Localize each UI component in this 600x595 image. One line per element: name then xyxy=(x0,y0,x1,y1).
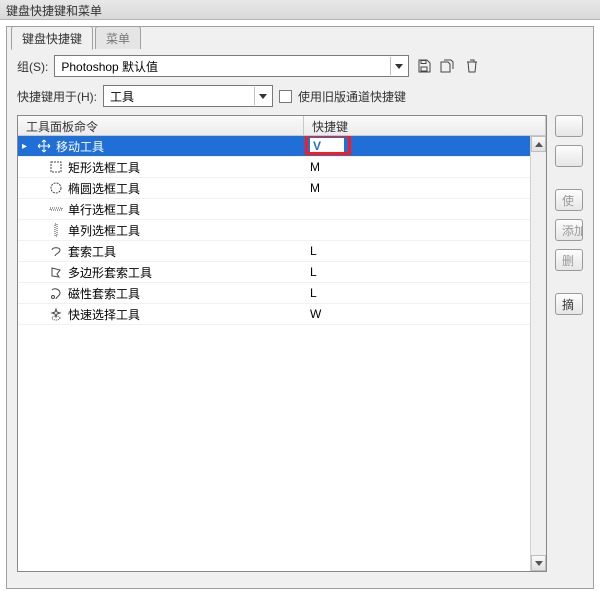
shortcuts-for-toolbar: 快捷键用于(H): 工具 使用旧版通道快捷键 xyxy=(7,85,593,115)
command-cell: 矩形选框工具 xyxy=(18,159,304,176)
main-area: 工具面板命令 快捷键 ▸ 移动工具 V 矩形选框工具 M 椭圆选框工具 M 单行选框工具单列选… xyxy=(7,115,593,582)
scroll-up-icon[interactable] xyxy=(531,136,546,152)
tab-keyboard-shortcuts[interactable]: 键盘快捷键 xyxy=(11,26,93,50)
set-label: 组(S): xyxy=(17,58,48,75)
command-label: 套索工具 xyxy=(68,243,116,260)
set-toolbar: 组(S): Photoshop 默认值 xyxy=(7,49,593,85)
command-cell: ▸ 移动工具 xyxy=(18,138,304,155)
shortcut-cell[interactable]: W xyxy=(304,307,546,321)
shortcut-value: W xyxy=(310,307,321,321)
side-button-summary[interactable]: 摘 xyxy=(555,293,583,315)
shortcut-value: M xyxy=(310,181,320,195)
table-row[interactable]: ▸ 移动工具 V xyxy=(18,136,546,157)
side-button-1[interactable] xyxy=(555,145,583,167)
scroll-track[interactable] xyxy=(531,152,546,555)
th-command[interactable]: 工具面板命令 xyxy=(18,116,304,135)
table-header: 工具面板命令 快捷键 xyxy=(18,116,546,136)
table-body: ▸移动工具V矩形选框工具M椭圆选框工具M单行选框工具单列选框工具套索工具L多边形… xyxy=(18,136,546,571)
shortcuts-table: 工具面板命令 快捷键 ▸ 移动工具 V 矩形选框工具 M 椭圆选框工具 M 单行选框工具单列选… xyxy=(17,115,547,572)
chevron-down-icon xyxy=(390,57,406,75)
main-panel: 键盘快捷键 菜单 组(S): Photoshop 默认值 xyxy=(6,26,594,589)
side-button-0[interactable] xyxy=(555,115,583,137)
command-label: 快速选择工具 xyxy=(68,306,140,323)
side-button-delete[interactable]: 删 xyxy=(555,249,583,271)
scroll-down-icon[interactable] xyxy=(531,555,546,571)
table-row[interactable]: 矩形选框工具 M xyxy=(18,157,546,178)
shortcuts-for-value: 工具 xyxy=(110,88,134,105)
shortcut-input[interactable]: V xyxy=(310,138,344,155)
table-row[interactable]: 椭圆选框工具 M xyxy=(18,178,546,199)
command-cell: 套索工具 xyxy=(18,243,304,260)
side-button-use-default[interactable]: 使 xyxy=(555,189,583,211)
command-cell: 椭圆选框工具 xyxy=(18,180,304,197)
move-icon xyxy=(36,138,52,154)
shortcut-cell[interactable]: M xyxy=(304,181,546,195)
command-cell: 多边形套索工具 xyxy=(18,264,304,281)
table-row[interactable]: 单行选框工具 xyxy=(18,199,546,220)
command-label: 多边形套索工具 xyxy=(68,264,152,281)
poly-lasso-icon xyxy=(48,264,64,280)
set-combo[interactable]: Photoshop 默认值 xyxy=(54,55,409,77)
command-label: 矩形选框工具 xyxy=(68,159,140,176)
shortcut-value: L xyxy=(310,265,317,279)
shortcut-value: L xyxy=(310,286,317,300)
save-copy-icon[interactable] xyxy=(439,57,457,75)
command-label: 椭圆选框工具 xyxy=(68,180,140,197)
th-shortcut[interactable]: 快捷键 xyxy=(304,116,546,135)
table-row[interactable]: 磁性套索工具 L xyxy=(18,283,546,304)
chevron-down-icon xyxy=(254,87,270,105)
shortcuts-for-label: 快捷键用于(H): xyxy=(17,88,97,105)
side-button-add[interactable]: 添加 xyxy=(555,219,583,241)
command-label: 单列选框工具 xyxy=(68,222,140,239)
disclosure-icon[interactable]: ▸ xyxy=(22,141,32,152)
command-cell: 单行选框工具 xyxy=(18,201,304,218)
table-row[interactable]: 套索工具 L xyxy=(18,241,546,262)
tab-menus[interactable]: 菜单 xyxy=(95,26,141,49)
window-title: 键盘快捷键和菜单 xyxy=(6,4,102,18)
table-row[interactable]: 单列选框工具 xyxy=(18,220,546,241)
save-icon[interactable] xyxy=(415,57,433,75)
rect-marquee-icon xyxy=(48,159,64,175)
trash-icon[interactable] xyxy=(463,57,481,75)
command-cell: 磁性套索工具 xyxy=(18,285,304,302)
command-label: 磁性套索工具 xyxy=(68,285,140,302)
command-label: 移动工具 xyxy=(56,138,104,155)
command-label: 单行选框工具 xyxy=(68,201,140,218)
row-marquee-icon xyxy=(48,201,64,217)
shortcut-cell[interactable]: L xyxy=(304,244,546,258)
tab-strip: 键盘快捷键 菜单 xyxy=(11,26,141,49)
shortcut-value: L xyxy=(310,244,317,258)
vertical-scrollbar[interactable] xyxy=(530,136,546,571)
legacy-checkbox[interactable] xyxy=(279,90,292,103)
lasso-icon xyxy=(48,243,64,259)
table-row[interactable]: 快速选择工具 W xyxy=(18,304,546,325)
shortcut-cell[interactable]: M xyxy=(304,160,546,174)
window-body: 键盘快捷键 菜单 组(S): Photoshop 默认值 xyxy=(0,20,600,595)
shortcuts-for-combo[interactable]: 工具 xyxy=(103,85,273,107)
shortcut-cell[interactable]: V xyxy=(304,138,546,155)
command-cell: 快速选择工具 xyxy=(18,306,304,323)
shortcut-value: M xyxy=(310,160,320,174)
quick-select-icon xyxy=(48,306,64,322)
ellipse-marquee-icon xyxy=(48,180,64,196)
shortcut-cell[interactable]: L xyxy=(304,265,546,279)
table-row[interactable]: 多边形套索工具 L xyxy=(18,262,546,283)
legacy-checkbox-label: 使用旧版通道快捷键 xyxy=(298,88,406,105)
shortcut-cell[interactable]: L xyxy=(304,286,546,300)
mag-lasso-icon xyxy=(48,285,64,301)
command-cell: 单列选框工具 xyxy=(18,222,304,239)
side-buttons: 使 添加 删 摘 xyxy=(555,115,583,572)
col-marquee-icon xyxy=(48,222,64,238)
window-titlebar: 键盘快捷键和菜单 xyxy=(0,0,600,20)
set-combo-value: Photoshop 默认值 xyxy=(61,58,158,75)
